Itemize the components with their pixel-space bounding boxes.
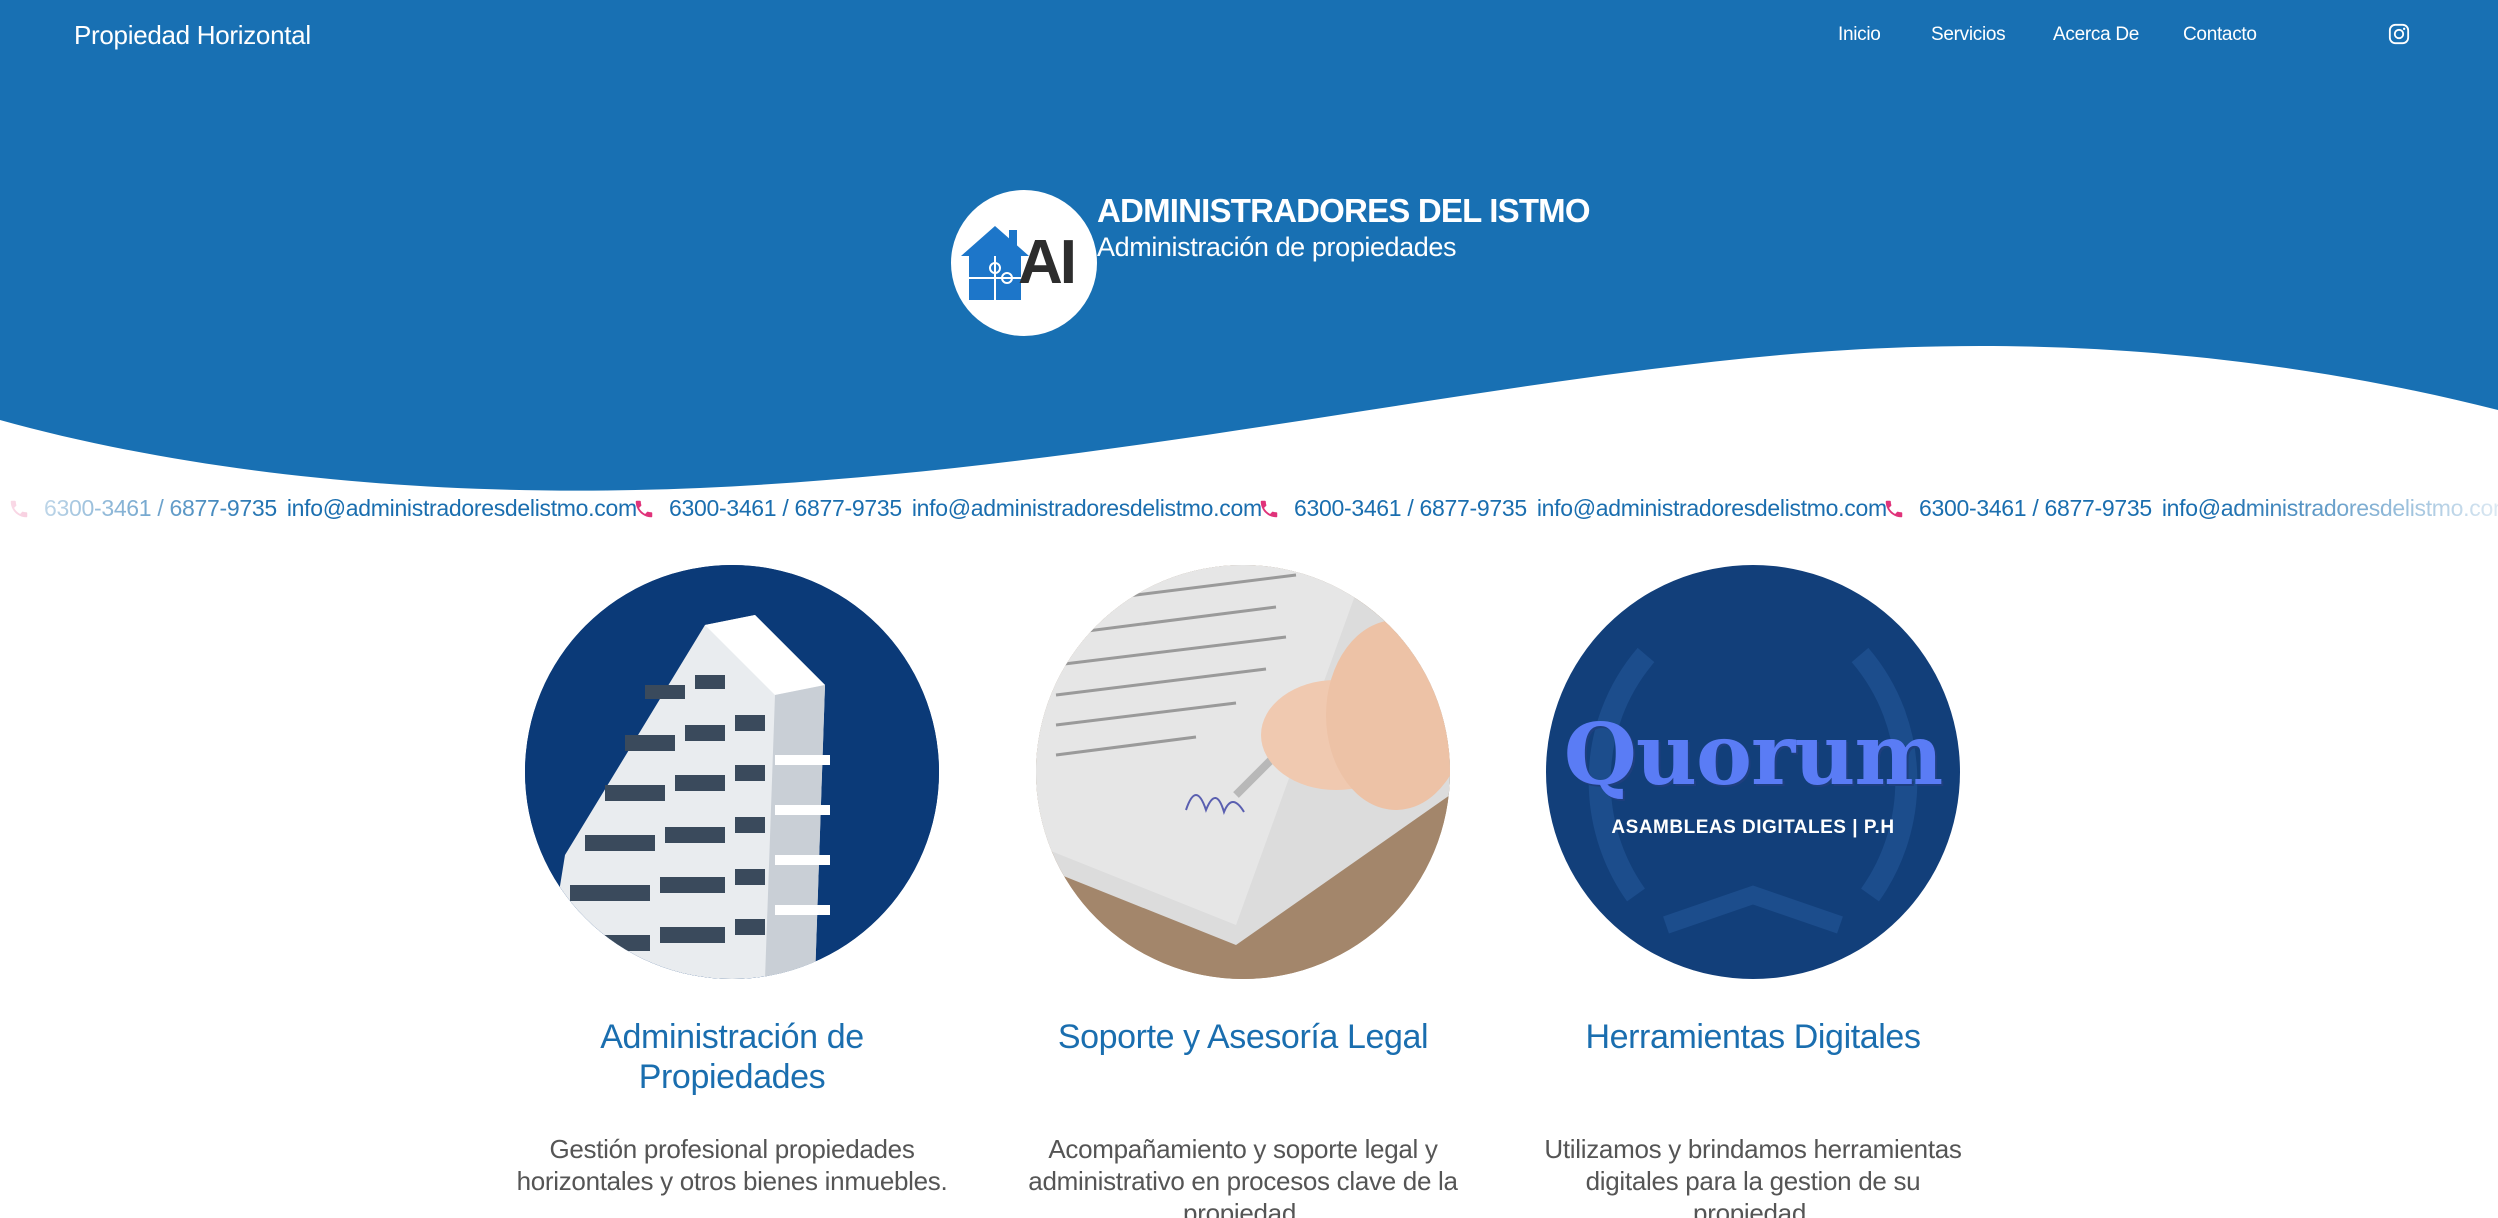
ticker-item: 6300-3461 / 6877-9735 info@administrador… — [1258, 495, 1887, 522]
ticker-phones[interactable]: 6300-3461 / 6877-9735 — [1294, 495, 1527, 522]
ticker-phones[interactable]: 6300-3461 / 6877-9735 — [669, 495, 902, 522]
phone-icon — [1885, 500, 1903, 517]
ticker-fade-right — [2218, 495, 2498, 527]
nav-link-servicios[interactable]: Servicios — [1931, 24, 2006, 46]
ticker-email[interactable]: info@administradoresdelistmo.com — [287, 495, 637, 522]
service-title: Administración de Propiedades — [600, 1018, 864, 1096]
ticker-email[interactable]: info@administradoresdelistmo.com — [912, 495, 1262, 522]
hero-section: Propiedad Horizontal Inicio Servicios Ac… — [0, 0, 2498, 500]
service-title: Herramientas Digitales — [1585, 1018, 1921, 1056]
logo-initials: AI — [1018, 228, 1077, 297]
ticker-phones[interactable]: 6300-3461 / 6877-9735 — [1919, 495, 2152, 522]
company-logo[interactable]: AI — [951, 190, 1097, 336]
building-photo — [525, 565, 939, 979]
instagram-icon[interactable] — [2388, 23, 2410, 45]
ticker-email[interactable]: info@administradoresdelistmo.com — [1537, 495, 1887, 522]
company-tagline: Administración de propiedades — [1097, 232, 1457, 262]
service-card-digital: Quorum ASAMBLEAS DIGITALES | P.H Herrami… — [1533, 565, 1973, 1218]
quorum-logo: Quorum ASAMBLEAS DIGITALES | P.H — [1546, 565, 1960, 979]
ticker-item: 6300-3461 / 6877-9735 info@administrador… — [633, 495, 1262, 522]
service-description: Acompañamiento y soporte legal y adminis… — [1028, 1134, 1458, 1218]
quorum-tagline: ASAMBLEAS DIGITALES | P.H — [1611, 817, 1895, 838]
service-card-legal: Soporte y Asesoría Legal Acompañamiento … — [1023, 565, 1463, 1218]
nav-link-inicio[interactable]: Inicio — [1838, 24, 1881, 46]
quorum-wordmark: Quorum — [1563, 705, 1943, 804]
nav-link-acerca-de[interactable]: Acerca De — [2053, 24, 2139, 46]
site-brand[interactable]: Propiedad Horizontal — [74, 20, 311, 51]
signing-document-photo — [1036, 565, 1450, 979]
phone-icon — [1260, 500, 1278, 517]
building-illustration — [525, 565, 939, 979]
signing-illustration — [1036, 565, 1450, 979]
service-description: Utilizamos y brindamos herramientas digi… — [1544, 1134, 1962, 1218]
phone-icon — [635, 500, 653, 517]
company-name: ADMINISTRADORES DEL ISTMO — [1097, 192, 1591, 229]
ticker-fade-left — [0, 495, 280, 527]
contact-ticker: 6300-3461 / 6877-9735 info@administrador… — [0, 495, 2498, 527]
service-card-administracion: Administración de Propiedades Gestión pr… — [512, 565, 952, 1196]
service-description: Gestión profesional propiedades horizont… — [516, 1134, 948, 1196]
nav-link-contacto[interactable]: Contacto — [2183, 24, 2257, 46]
service-title: Soporte y Asesoría Legal — [1057, 1018, 1429, 1056]
